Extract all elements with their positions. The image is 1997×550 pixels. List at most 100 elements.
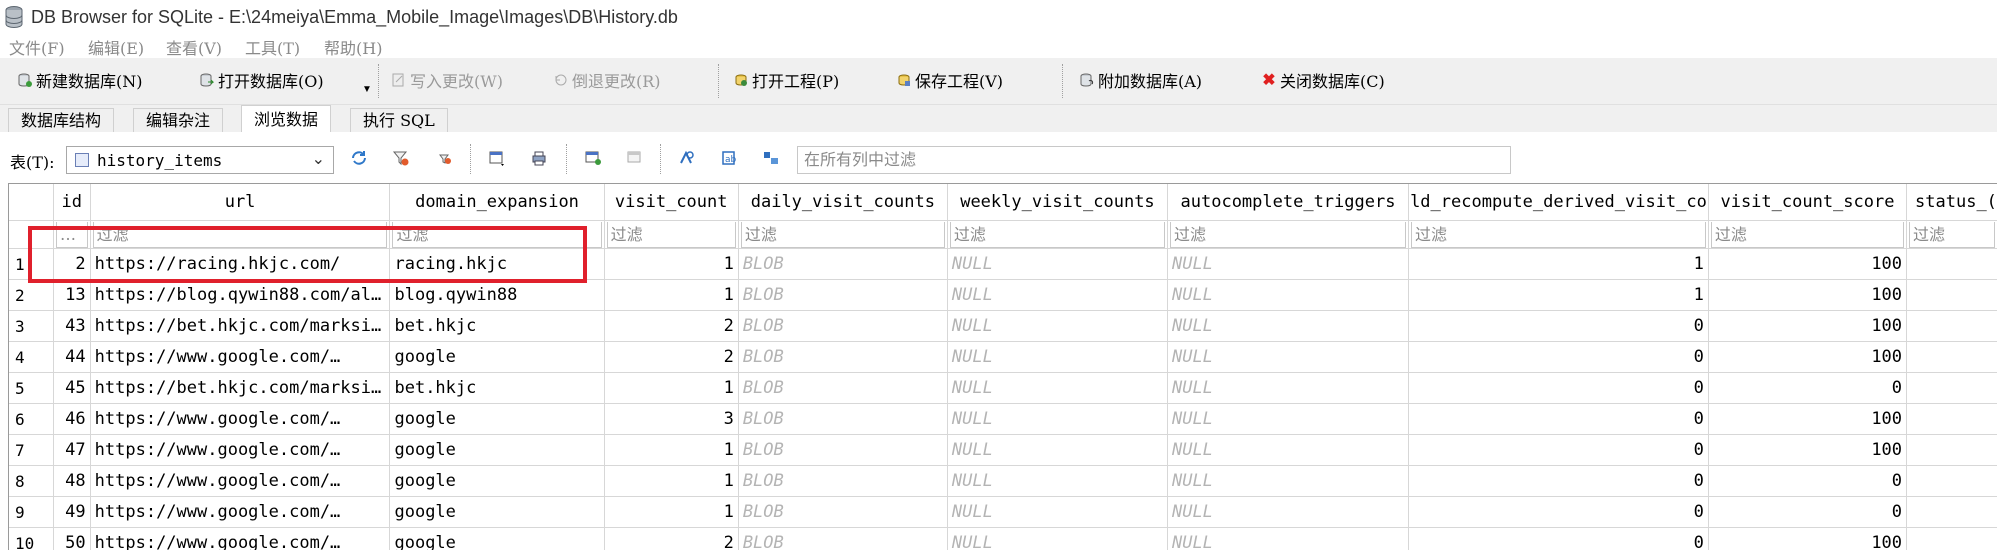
column-header-status[interactable]: status_(	[1907, 184, 1997, 221]
cell-visit-count[interactable]: 1	[604, 466, 738, 497]
cell-url[interactable]: https://www.google.com/…	[90, 528, 390, 550]
cell-status[interactable]	[1907, 342, 1997, 373]
table-row[interactable]: 3 43 https://bet.hkjc.com/marksi… bet.hk…	[9, 311, 1997, 342]
cell-domain-expansion[interactable]: blog.qywin88	[390, 280, 604, 311]
cell-visit-count-score[interactable]: 100	[1708, 528, 1906, 550]
cell-autocomplete-triggers[interactable]: NULL	[1167, 373, 1408, 404]
cell-domain-expansion[interactable]: google	[390, 528, 604, 550]
cell-visit-count[interactable]: 2	[604, 528, 738, 550]
filter-cell-autocomplete[interactable]	[1167, 221, 1408, 249]
cell-weekly-visit-counts[interactable]: NULL	[947, 528, 1167, 550]
table-row[interactable]: 6 46 https://www.google.com/… google 3 B…	[9, 404, 1997, 435]
cell-weekly-visit-counts[interactable]: NULL	[947, 404, 1167, 435]
cell-autocomplete-triggers[interactable]: NULL	[1167, 435, 1408, 466]
filter-cell-daily[interactable]	[738, 221, 947, 249]
column-header-visit-count-score[interactable]: visit_count_score	[1708, 184, 1906, 221]
cell-daily-visit-counts[interactable]: BLOB	[738, 373, 947, 404]
menu-edit[interactable]: 编辑(E)	[88, 35, 144, 59]
cell-domain-expansion[interactable]: google	[390, 342, 604, 373]
row-number[interactable]: 6	[9, 404, 53, 435]
cell-status[interactable]	[1907, 311, 1997, 342]
cell-daily-visit-counts[interactable]: BLOB	[738, 404, 947, 435]
cell-id[interactable]: 45	[53, 373, 90, 404]
cell-visit-count-score[interactable]: 100	[1708, 280, 1906, 311]
cell-visit-count[interactable]: 1	[604, 373, 738, 404]
refresh-icon[interactable]	[350, 149, 368, 167]
cell-url[interactable]: https://blog.qywin88.com/al…	[90, 280, 390, 311]
cell-domain-expansion[interactable]: bet.hkjc	[390, 311, 604, 342]
filter-input-id[interactable]	[56, 222, 88, 248]
cell-url[interactable]: https://www.google.com/…	[90, 342, 390, 373]
cell-autocomplete-triggers[interactable]: NULL	[1167, 404, 1408, 435]
set-encoding-icon[interactable]	[762, 149, 780, 167]
cell-url[interactable]: https://www.google.com/…	[90, 435, 390, 466]
column-header-daily-visit-counts[interactable]: daily_visit_counts	[738, 184, 947, 221]
filter-input-url[interactable]	[93, 222, 388, 248]
cell-recompute-derived[interactable]: 0	[1409, 342, 1709, 373]
filter-all-input[interactable]	[798, 147, 1510, 171]
row-number[interactable]: 8	[9, 466, 53, 497]
cell-url[interactable]: https://bet.hkjc.com/marksi…	[90, 373, 390, 404]
clear-filter-icon[interactable]	[392, 149, 410, 167]
filter-cell-visit-count[interactable]	[604, 221, 738, 249]
table-row[interactable]: 1 2 https://racing.hkjc.com/ racing.hkjc…	[9, 249, 1997, 280]
corner-cell[interactable]	[9, 184, 53, 221]
tab-execute-sql[interactable]: 执行 SQL	[350, 108, 448, 133]
cell-url[interactable]: https://www.google.com/…	[90, 404, 390, 435]
table-row[interactable]: 8 48 https://www.google.com/… google 1 B…	[9, 466, 1997, 497]
table-row[interactable]: 5 45 https://bet.hkjc.com/marksi… bet.hk…	[9, 373, 1997, 404]
table-row[interactable]: 2 13 https://blog.qywin88.com/al… blog.q…	[9, 280, 1997, 311]
cell-weekly-visit-counts[interactable]: NULL	[947, 373, 1167, 404]
open-project-button[interactable]: 打开工程(P)	[734, 67, 839, 93]
cell-recompute-derived[interactable]: 0	[1409, 466, 1709, 497]
column-header-autocomplete-triggers[interactable]: autocomplete_triggers	[1167, 184, 1408, 221]
filter-all-columns[interactable]	[797, 146, 1511, 174]
cell-status[interactable]	[1907, 528, 1997, 550]
cell-daily-visit-counts[interactable]: BLOB	[738, 497, 947, 528]
cell-weekly-visit-counts[interactable]: NULL	[947, 249, 1167, 280]
cell-autocomplete-triggers[interactable]: NULL	[1167, 466, 1408, 497]
cell-url[interactable]: https://racing.hkjc.com/	[90, 249, 390, 280]
cell-domain-expansion[interactable]: google	[390, 404, 604, 435]
column-header-id[interactable]: id	[53, 184, 90, 221]
cell-daily-visit-counts[interactable]: BLOB	[738, 249, 947, 280]
cell-recompute-derived[interactable]: 1	[1409, 280, 1709, 311]
cell-weekly-visit-counts[interactable]: NULL	[947, 342, 1167, 373]
filter-input-daily[interactable]	[741, 222, 945, 248]
cell-recompute-derived[interactable]: 1	[1409, 249, 1709, 280]
row-number[interactable]: 3	[9, 311, 53, 342]
cell-domain-expansion[interactable]: racing.hkjc	[390, 249, 604, 280]
column-header-weekly-visit-counts[interactable]: weekly_visit_counts	[947, 184, 1167, 221]
cell-daily-visit-counts[interactable]: BLOB	[738, 466, 947, 497]
cell-status[interactable]	[1907, 435, 1997, 466]
filter-input-status[interactable]	[1909, 222, 1995, 248]
cell-visit-count-score[interactable]: 100	[1708, 404, 1906, 435]
filter-input-autocomplete[interactable]	[1170, 222, 1406, 248]
filter-input-visit-count[interactable]	[607, 222, 736, 248]
cell-recompute-derived[interactable]: 0	[1409, 373, 1709, 404]
table-row[interactable]: 10 50 https://www.google.com/… google 2 …	[9, 528, 1997, 550]
filter-cell-status[interactable]	[1907, 221, 1997, 249]
column-header-url[interactable]: url	[90, 184, 390, 221]
filter-input-weekly[interactable]	[950, 222, 1165, 248]
cell-visit-count[interactable]: 1	[604, 280, 738, 311]
filter-input-score[interactable]	[1711, 222, 1904, 248]
tab-browse-data[interactable]: 浏览数据	[241, 105, 331, 134]
cell-visit-count[interactable]: 1	[604, 435, 738, 466]
row-number[interactable]: 4	[9, 342, 53, 373]
cell-visit-count[interactable]: 2	[604, 342, 738, 373]
row-number[interactable]: 5	[9, 373, 53, 404]
tab-edit-pragmas[interactable]: 编辑杂注	[133, 108, 223, 133]
cell-status[interactable]	[1907, 404, 1997, 435]
cell-id[interactable]: 43	[53, 311, 90, 342]
cell-weekly-visit-counts[interactable]: NULL	[947, 311, 1167, 342]
open-database-button[interactable]: 打开数据库(O)	[200, 67, 324, 93]
row-number[interactable]: 2	[9, 280, 53, 311]
cell-recompute-derived[interactable]: 0	[1409, 404, 1709, 435]
cell-status[interactable]	[1907, 280, 1997, 311]
filter-cell-url[interactable]	[90, 221, 390, 249]
print-icon[interactable]	[530, 149, 548, 167]
cell-id[interactable]: 49	[53, 497, 90, 528]
column-header-visit-count[interactable]: visit_count	[604, 184, 738, 221]
menu-file[interactable]: 文件(F)	[9, 35, 65, 59]
